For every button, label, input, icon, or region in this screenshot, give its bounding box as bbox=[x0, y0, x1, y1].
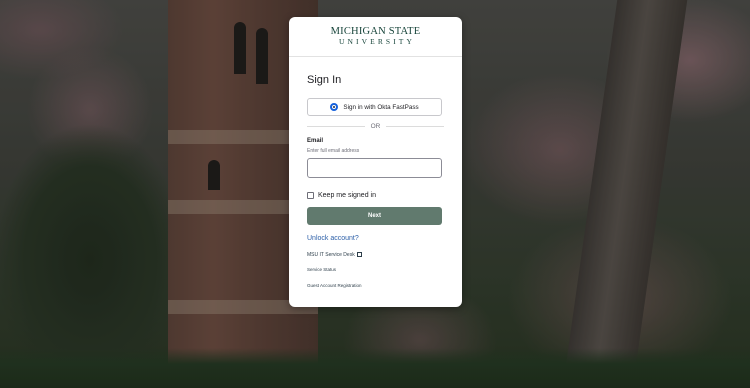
keep-signed-in-label[interactable]: Keep me signed in bbox=[318, 192, 376, 199]
email-label: Email bbox=[307, 138, 324, 144]
keep-signed-in[interactable]: Keep me signed in bbox=[307, 191, 444, 199]
unlock-account-link[interactable]: Unlock account? bbox=[307, 235, 444, 245]
service-status-link[interactable]: Service Status bbox=[307, 267, 444, 274]
next-button[interactable]: Next bbox=[307, 207, 442, 225]
okta-fastpass-button[interactable]: Sign in with Okta FastPass bbox=[307, 98, 442, 116]
msu-logo: MICHIGAN STATE bbox=[330, 26, 421, 37]
signin-form: Sign In Sign in with Okta FastPass OR Em… bbox=[289, 74, 462, 290]
email-hint: Enter full email address bbox=[307, 148, 360, 154]
or-divider: OR bbox=[307, 121, 444, 131]
msu-logo-subtitle: UNIVERSITY bbox=[339, 37, 415, 46]
card-header: MICHIGAN STATE UNIVERSITY bbox=[289, 17, 462, 57]
keep-signed-in-checkbox[interactable] bbox=[307, 191, 314, 199]
okta-fastpass-label: Sign in with Okta FastPass bbox=[343, 103, 419, 111]
okta-fastpass-icon bbox=[330, 103, 339, 111]
or-label: OR bbox=[370, 122, 381, 130]
guest-registration-link[interactable]: Guest Account Registration bbox=[307, 283, 444, 290]
external-link-icon bbox=[356, 251, 363, 257]
email-field[interactable] bbox=[307, 158, 442, 178]
login-card: MICHIGAN STATE UNIVERSITY Sign In Sign i… bbox=[289, 17, 462, 307]
service-desk-label: MSU IT Service Desk bbox=[307, 251, 355, 258]
service-desk-link[interactable]: MSU IT Service Desk bbox=[307, 251, 444, 258]
page-title: Sign In bbox=[307, 74, 342, 86]
